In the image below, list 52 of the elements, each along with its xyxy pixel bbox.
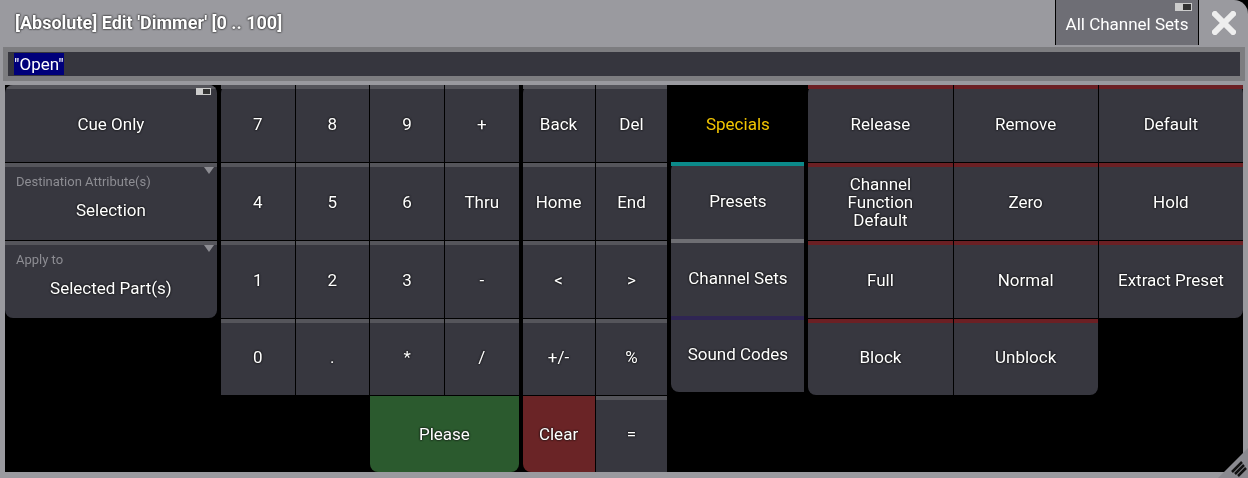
keypad-key[interactable]: +/-	[522, 319, 595, 395]
keypad-key[interactable]: 0	[220, 319, 295, 395]
keypad-key[interactable]: 1	[220, 241, 295, 318]
keypad-key[interactable]: <	[522, 241, 595, 318]
category-tab[interactable]: Sound Codes	[671, 316, 805, 392]
special-button[interactable]: Unblock	[953, 319, 1098, 395]
dropdown-button[interactable]: Destination Attribute(s) Selection	[5, 163, 217, 240]
keypad-key[interactable]: %	[595, 319, 668, 395]
keypad-key[interactable]: End	[595, 163, 668, 240]
toggle-button[interactable]: Cue Only	[5, 85, 217, 162]
special-button[interactable]: Remove	[953, 85, 1098, 162]
input-field[interactable]: "Open"	[3, 47, 1245, 81]
special-button[interactable]: Default	[1098, 85, 1243, 162]
keypad-key[interactable]: Home	[522, 163, 595, 240]
keypad-key[interactable]: 3	[370, 241, 444, 318]
resize-grip-icon[interactable]	[1218, 448, 1248, 478]
keypad-key[interactable]: 8	[295, 85, 370, 162]
close-icon	[1211, 10, 1236, 35]
keypad-key[interactable]: =	[595, 396, 668, 472]
special-button[interactable]: Zero	[953, 163, 1098, 240]
special-button[interactable]: Channel Function Default	[808, 163, 953, 240]
category-tab[interactable]: Presets	[671, 162, 805, 239]
keypad-key[interactable]: Del	[595, 85, 668, 162]
keypad-key[interactable]: 9	[370, 85, 444, 162]
clear-button[interactable]: Clear	[522, 396, 595, 472]
keypad-key[interactable]: Thru	[444, 163, 519, 240]
special-button[interactable]: Hold	[1098, 163, 1243, 240]
keypad-key[interactable]: >	[595, 241, 668, 318]
dropdown-button[interactable]: Apply to Selected Part(s)	[5, 241, 217, 318]
keypad-key[interactable]: .	[295, 319, 370, 395]
special-button[interactable]: Extract Preset	[1098, 241, 1243, 318]
keypad-key[interactable]: 4	[220, 163, 295, 240]
special-button[interactable]: Full	[808, 241, 953, 318]
dropdown-arrow-icon	[203, 167, 214, 174]
dropdown-arrow-icon	[203, 245, 214, 252]
keypad-key[interactable]: -	[444, 241, 519, 318]
window-title: [Absolute] Edit 'Dimmer' [0 .. 100]	[14, 11, 284, 36]
special-button[interactable]: Normal	[953, 241, 1098, 318]
please-button[interactable]: Please	[370, 396, 519, 472]
keypad-key[interactable]: *	[370, 319, 444, 395]
keypad-key[interactable]: +	[444, 85, 519, 162]
all-channel-sets-button[interactable]: All Channel Sets	[1055, 0, 1198, 46]
keypad-key[interactable]: 5	[295, 163, 370, 240]
category-tab[interactable]: Channel Sets	[671, 239, 805, 316]
special-button[interactable]: Block	[808, 319, 953, 395]
keypad-key[interactable]: 6	[370, 163, 444, 240]
keypad-key[interactable]: /	[444, 319, 519, 395]
input-value: "Open"	[14, 53, 64, 76]
keypad-key[interactable]: 2	[295, 241, 370, 318]
keypad-key[interactable]: 7	[220, 85, 295, 162]
special-button[interactable]: Release	[808, 85, 953, 162]
keypad-key[interactable]: Back	[522, 85, 595, 162]
